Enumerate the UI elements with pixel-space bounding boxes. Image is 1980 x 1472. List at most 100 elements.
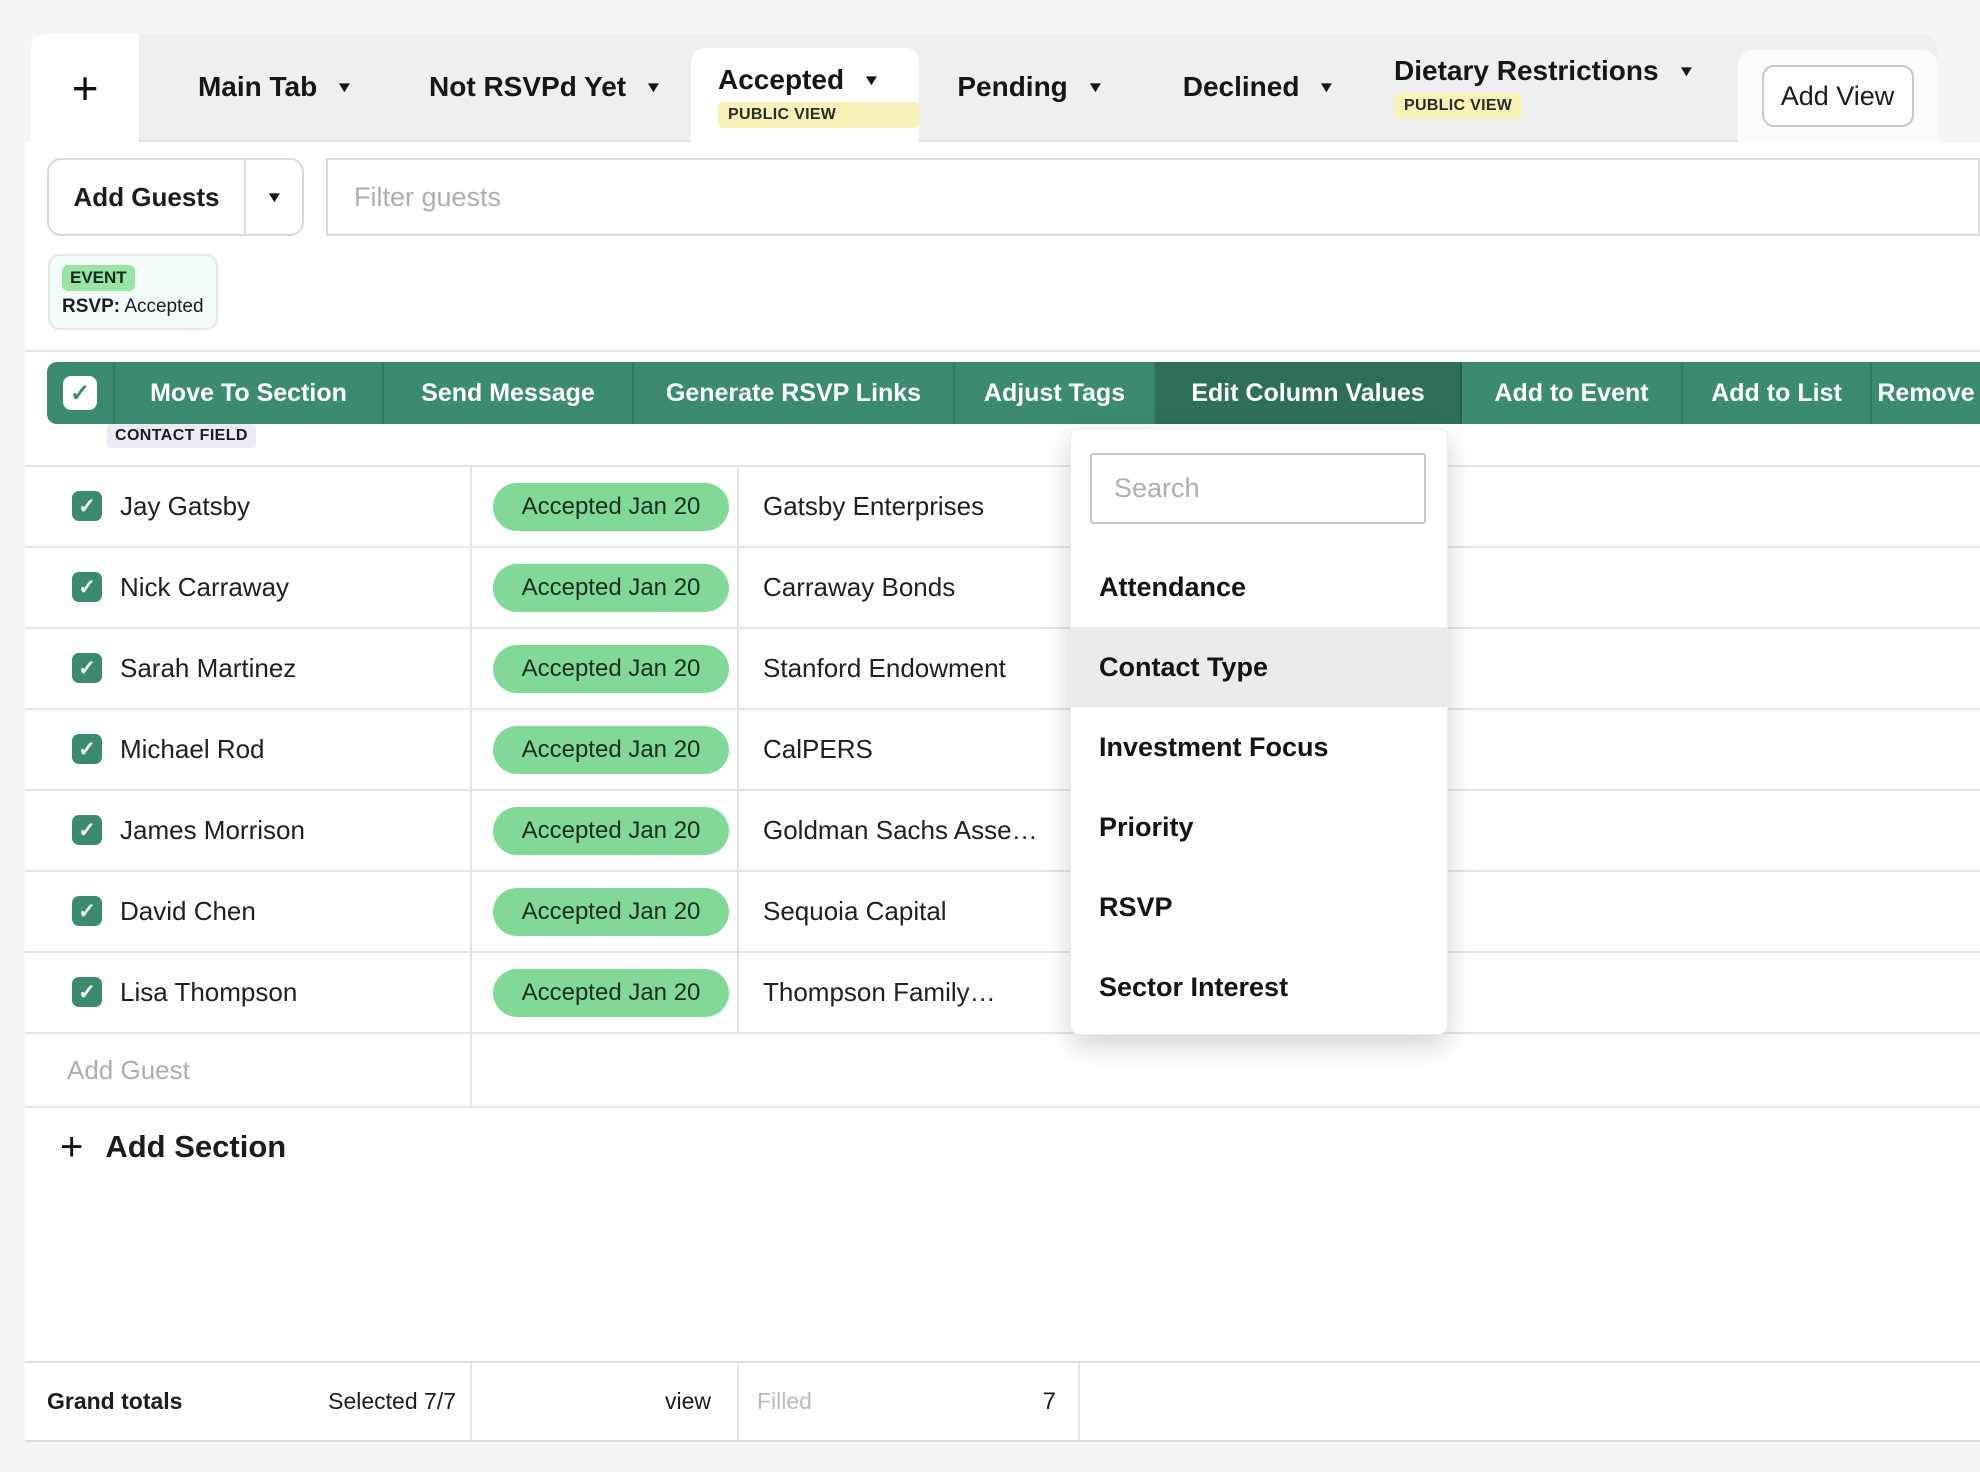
action-edit-column-values[interactable]: Edit Column Values <box>1156 362 1462 424</box>
bulk-actions-toolbar: ✓ Move To Section Send Message Generate … <box>47 362 1980 424</box>
company-cell[interactable]: Sequoia Capital <box>763 872 947 951</box>
company-cell[interactable]: Thompson Family… <box>763 953 996 1032</box>
filter-guests-input[interactable]: Filter guests <box>326 158 1980 236</box>
guest-name: James Morrison <box>120 815 305 846</box>
guest-name-cell[interactable]: Jay Gatsby <box>120 467 250 546</box>
checkmark-icon: ✓ <box>78 899 96 924</box>
company-name: Thompson Family… <box>763 977 996 1008</box>
guest-name-cell[interactable]: Nick Carraway <box>120 548 289 627</box>
guest-name-cell[interactable]: Sarah Martinez <box>120 629 296 708</box>
chevron-down-icon: ▼ <box>335 79 354 96</box>
tab-pending[interactable]: Pending ▼ <box>920 34 1140 140</box>
dropdown-search-input[interactable]: Search <box>1090 453 1426 524</box>
company-cell[interactable]: Carraway Bonds <box>763 548 955 627</box>
column-header-label: CONTACT FIELD <box>115 427 248 445</box>
add-section-button[interactable]: + Add Section <box>60 1124 286 1170</box>
select-all-checkbox[interactable]: ✓ <box>63 376 97 410</box>
guest-row: ✓ Nick Carraway Accepted Jan 20 Carraway… <box>25 548 1980 627</box>
tab-main-tab[interactable]: Main Tab ▼ <box>150 34 400 140</box>
rsvp-status-pill[interactable]: Accepted Jan 20 <box>493 645 729 693</box>
menu-item-label: Sector Interest <box>1099 972 1288 1003</box>
rsvp-status: Accepted Jan 20 <box>522 574 701 602</box>
company-cell[interactable]: Gatsby Enterprises <box>763 467 984 546</box>
row-checkbox[interactable]: ✓ <box>72 734 102 764</box>
guest-name-cell[interactable]: Michael Rod <box>120 710 265 789</box>
action-adjust-tags[interactable]: Adjust Tags <box>955 362 1156 424</box>
action-move-to-section[interactable]: Move To Section <box>115 362 384 424</box>
menu-item-label: Priority <box>1099 812 1194 843</box>
guest-name-cell[interactable]: David Chen <box>120 872 256 951</box>
action-label: Adjust Tags <box>984 379 1125 408</box>
rsvp-status-pill[interactable]: Accepted Jan 20 <box>493 483 729 531</box>
grand-totals-row: Grand totals Selected 7/7 view Filled 7 <box>25 1361 1980 1442</box>
menu-item-rsvp[interactable]: RSVP <box>1071 867 1447 947</box>
filter-guests-placeholder: Filter guests <box>354 182 501 213</box>
menu-item-investment-focus[interactable]: Investment Focus <box>1071 707 1447 787</box>
tab-dietary-restrictions[interactable]: Dietary Restrictions ▼ PUBLIC VIEW <box>1394 34 1734 140</box>
event-tag: EVENT <box>62 265 135 291</box>
tab-label: Not RSVPd Yet <box>429 71 626 103</box>
row-checkbox[interactable]: ✓ <box>72 572 102 602</box>
rsvp-status-pill[interactable]: Accepted Jan 20 <box>493 564 729 612</box>
chevron-down-icon: ▼ <box>862 72 881 89</box>
menu-item-contact-type-highlighted[interactable]: Contact Type <box>1071 627 1447 707</box>
menu-item-attendance[interactable]: Attendance <box>1071 547 1447 627</box>
tab-not-rsvpd-yet[interactable]: Not RSVPd Yet ▼ <box>400 34 690 140</box>
search-placeholder: Search <box>1114 473 1200 504</box>
select-all-cell: ✓ <box>47 362 115 424</box>
rsvp-status: Accepted Jan 20 <box>522 979 701 1007</box>
rsvp-status: Accepted Jan 20 <box>522 655 701 683</box>
rsvp-status-pill[interactable]: Accepted Jan 20 <box>493 969 729 1017</box>
tab-accepted-active[interactable]: Accepted ▼ PUBLIC VIEW <box>691 48 919 144</box>
row-divider <box>25 1106 1980 1108</box>
rsvp-filter-chip[interactable]: EVENT RSVP: Accepted <box>48 254 218 330</box>
rsvp-status-pill[interactable]: Accepted Jan 20 <box>493 888 729 936</box>
add-tab-button[interactable]: + <box>31 34 139 142</box>
guest-name: Sarah Martinez <box>120 653 296 684</box>
checkmark-icon: ✓ <box>70 379 90 408</box>
company-name: Carraway Bonds <box>763 572 955 603</box>
row-checkbox[interactable]: ✓ <box>72 653 102 683</box>
rsvp-status-pill[interactable]: Accepted Jan 20 <box>493 726 729 774</box>
company-cell[interactable]: CalPERS <box>763 710 873 789</box>
column-divider <box>1078 1363 1080 1440</box>
tab-declined[interactable]: Declined ▼ <box>1151 34 1366 140</box>
action-add-to-list[interactable]: Add to List <box>1683 362 1872 424</box>
edit-column-dropdown: Search Attendance Contact Type Investmen… <box>1070 428 1448 1035</box>
row-checkbox[interactable]: ✓ <box>72 491 102 521</box>
checkmark-icon: ✓ <box>78 575 96 600</box>
rsvp-status-pill[interactable]: Accepted Jan 20 <box>493 807 729 855</box>
company-name: Sequoia Capital <box>763 896 947 927</box>
row-checkbox[interactable]: ✓ <box>72 815 102 845</box>
menu-item-sector-interest[interactable]: Sector Interest <box>1071 947 1447 1027</box>
company-cell[interactable]: Stanford Endowment <box>763 629 1006 708</box>
company-name: Stanford Endowment <box>763 653 1006 684</box>
action-add-to-event[interactable]: Add to Event <box>1462 362 1683 424</box>
checkmark-icon: ✓ <box>78 656 96 681</box>
guest-name-cell[interactable]: Lisa Thompson <box>120 953 297 1032</box>
view-tab-bar: + Main Tab ▼ Not RSVPd Yet ▼ Accepted ▼ … <box>31 34 1937 142</box>
add-guests-button[interactable]: Add Guests <box>49 160 244 234</box>
row-checkbox[interactable]: ✓ <box>72 977 102 1007</box>
plus-icon: + <box>72 61 99 115</box>
view-button[interactable]: view <box>525 1363 711 1440</box>
action-remove[interactable]: Remove <box>1872 362 1980 424</box>
guest-name-cell[interactable]: James Morrison <box>120 791 305 870</box>
company-cell[interactable]: Goldman Sachs Asse… <box>763 791 1038 870</box>
action-generate-rsvp-links[interactable]: Generate RSVP Links <box>634 362 955 424</box>
checkmark-icon: ✓ <box>78 980 96 1005</box>
chevron-down-icon: ▼ <box>644 79 663 96</box>
guest-row: ✓ David Chen Accepted Jan 20 Sequoia Cap… <box>25 872 1980 951</box>
add-guests-menu-button[interactable]: ▼ <box>246 160 302 234</box>
guest-name: Nick Carraway <box>120 572 289 603</box>
action-send-message[interactable]: Send Message <box>384 362 634 424</box>
add-view-button[interactable]: Add View <box>1762 65 1914 127</box>
menu-item-priority[interactable]: Priority <box>1071 787 1447 867</box>
guest-row: ✓ James Morrison Accepted Jan 20 Goldman… <box>25 791 1980 870</box>
guest-row: ✓ Sarah Martinez Accepted Jan 20 Stanfor… <box>25 629 1980 708</box>
tab-label: Main Tab <box>198 71 317 103</box>
menu-item-label: Contact Type <box>1099 652 1268 683</box>
add-view-label: Add View <box>1781 81 1895 112</box>
add-guest-row[interactable]: Add Guest <box>25 1034 1980 1106</box>
row-checkbox[interactable]: ✓ <box>72 896 102 926</box>
